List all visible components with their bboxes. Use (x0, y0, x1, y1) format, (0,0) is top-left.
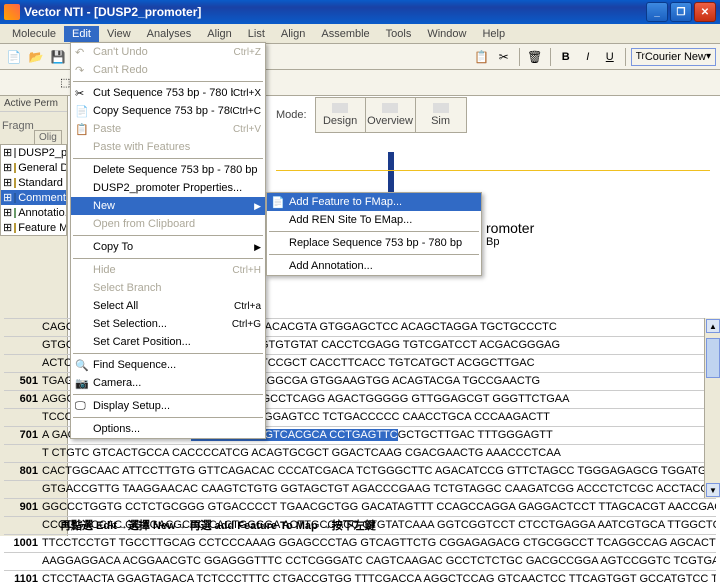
maximize-button[interactable]: ❐ (670, 2, 692, 22)
app-icon (4, 4, 20, 20)
underline-icon[interactable]: U (600, 47, 620, 67)
menu-item[interactable]: Options... (71, 420, 265, 438)
menu-item[interactable]: 📷Camera... (71, 374, 265, 392)
menu-item: 📋PasteCtrl+V (71, 120, 265, 138)
sequence-marker (388, 152, 394, 192)
olig-tab[interactable]: Olig (34, 130, 62, 144)
sequence-row[interactable]: T CTGTC GTCACTGCCA CACCCCATCG ACAGTGCGCT… (4, 444, 716, 462)
edit-menu-dropdown: ↶Can't UndoCtrl+Z↷Can't Redo ✂Cut Sequenc… (70, 42, 266, 439)
menu-item[interactable]: 🔍Find Sequence... (71, 356, 265, 374)
menu-item[interactable]: ✂Cut Sequence 753 bp - 780 bpCtrl+X (71, 84, 265, 102)
menu-tools[interactable]: Tools (378, 26, 420, 42)
menu-list[interactable]: List (240, 26, 273, 42)
font-selector[interactable]: Tr Courier New ▾ (631, 48, 716, 66)
sequence-row[interactable]: 801CACTGGCAAC ATTCCTTGTG GTTCAGACAC CCCA… (4, 462, 716, 480)
toolbar-btn[interactable]: ⬚ (60, 76, 70, 89)
menu-edit[interactable]: Edit (64, 26, 99, 42)
tree-item[interactable]: ⊞DUSP2_p... (1, 145, 66, 160)
menu-item[interactable]: Delete Sequence 753 bp - 780 bp (71, 161, 265, 179)
menu-item: ↷Can't Redo (71, 61, 265, 79)
tree-item[interactable]: ⊞Annotatio... (1, 205, 66, 220)
scroll-down-icon[interactable]: ▼ (706, 483, 720, 497)
mode-sim[interactable]: Sim (416, 98, 466, 132)
menu-window[interactable]: Window (419, 26, 474, 42)
vertical-scrollbar[interactable]: ▲ ▼ (704, 318, 720, 498)
molecule-name: romoter (486, 220, 534, 236)
mode-label: Mode: (276, 109, 307, 121)
menu-item: Paste with Features (71, 138, 265, 156)
sequence-row[interactable]: 1101CTCCTAACTA GGAGTAGACA TCTCCCTTTC CTG… (4, 570, 716, 588)
menu-assemble[interactable]: Assemble (313, 26, 377, 42)
menu-view[interactable]: View (99, 26, 139, 42)
instruction-text: 再點選 Edit→選擇 New→ 再選 add Feature To Map →… (60, 516, 376, 534)
window-title: Vector NTI - [DUSP2_promoter] (24, 5, 646, 19)
toolbar-btn[interactable]: 📂 (26, 47, 46, 67)
window-titlebar: Vector NTI - [DUSP2_promoter] _ ❐ ✕ (0, 0, 720, 24)
divider-line (276, 170, 710, 171)
toolbar-btn[interactable]: 🗑 (525, 47, 545, 67)
menu-item[interactable]: 📄Copy Sequence 753 bp - 780 bpCtrl+C (71, 102, 265, 120)
submenu-item[interactable]: Add REN Site To EMap... (267, 211, 481, 229)
tree-item[interactable]: ⊞Comments (1, 190, 66, 205)
scroll-thumb[interactable] (706, 338, 720, 378)
menu-item: HideCtrl+H (71, 261, 265, 279)
italic-icon[interactable]: I (578, 47, 598, 67)
scroll-up-icon[interactable]: ▲ (706, 319, 720, 333)
menu-align[interactable]: Align (199, 26, 239, 42)
toolbar-btn[interactable]: 📄 (4, 47, 24, 67)
menu-item[interactable]: Set Selection...Ctrl+G (71, 315, 265, 333)
tree-item[interactable]: ⊞Standard I... (1, 175, 66, 190)
tree-view: ⊞DUSP2_p...⊞General D...⊞Standard I...⊞C… (0, 144, 67, 236)
toolbar-btn[interactable]: 💾 (48, 47, 68, 67)
tree-item[interactable]: ⊞Feature M... (1, 220, 66, 235)
molecule-size: Bp (486, 236, 534, 248)
menu-item: Select Branch (71, 279, 265, 297)
menu-help[interactable]: Help (474, 26, 513, 42)
menubar: Molecule Edit View Analyses Align List A… (0, 24, 720, 44)
toolbar-btn[interactable]: ✂ (494, 47, 514, 67)
menu-item[interactable]: 🖵Display Setup... (71, 397, 265, 415)
menu-item[interactable]: Copy To▶ (71, 238, 265, 256)
menu-item[interactable]: DUSP2_promoter Properties... (71, 179, 265, 197)
menu-item[interactable]: Select AllCtrl+a (71, 297, 265, 315)
sequence-row[interactable]: 1001TTCCTCCTGT TGCCTTGCAG CCTCCCAAAG GGA… (4, 534, 716, 552)
active-perm-label: Active Perm (0, 96, 67, 112)
close-button[interactable]: ✕ (694, 2, 716, 22)
menu-align2[interactable]: Align (273, 26, 313, 42)
menu-item: ↶Can't UndoCtrl+Z (71, 43, 265, 61)
submenu-item[interactable]: 📄Add Feature to FMap... (267, 193, 481, 211)
sequence-row[interactable]: GTGACCGTTG TAAGGAACAC CAAGTCTGTG GGTAGCT… (4, 480, 716, 498)
menu-analyses[interactable]: Analyses (139, 26, 200, 42)
mode-overview[interactable]: Overview (366, 98, 416, 132)
molecule-info: romoter Bp (486, 220, 534, 248)
menu-item: Open from Clipboard (71, 215, 265, 233)
sequence-row[interactable]: 901GGCCCTGGTG CCTCTGCGGG GTGACCCCT TGAAC… (4, 498, 716, 516)
mode-bar: Mode: Design Overview Sim (276, 96, 467, 134)
toolbar-btn[interactable]: 📋 (472, 47, 492, 67)
fragments-tab[interactable]: Fragments (2, 120, 34, 144)
bold-icon[interactable]: B (556, 47, 576, 67)
menu-item[interactable]: Set Caret Position... (71, 333, 265, 351)
submenu-item[interactable]: Replace Sequence 753 bp - 780 bp (267, 234, 481, 252)
submenu-item[interactable]: Add Annotation... (267, 257, 481, 275)
sequence-row[interactable]: AAGGAGGACA ACGGAACGTC GGAGGGTTTC CCTCGGG… (4, 552, 716, 570)
menu-item[interactable]: New▶ (71, 197, 265, 215)
mode-design[interactable]: Design (316, 98, 366, 132)
menu-molecule[interactable]: Molecule (4, 26, 64, 42)
new-submenu: 📄Add Feature to FMap...Add REN Site To E… (266, 192, 482, 276)
tree-item[interactable]: ⊞General D... (1, 160, 66, 175)
minimize-button[interactable]: _ (646, 2, 668, 22)
